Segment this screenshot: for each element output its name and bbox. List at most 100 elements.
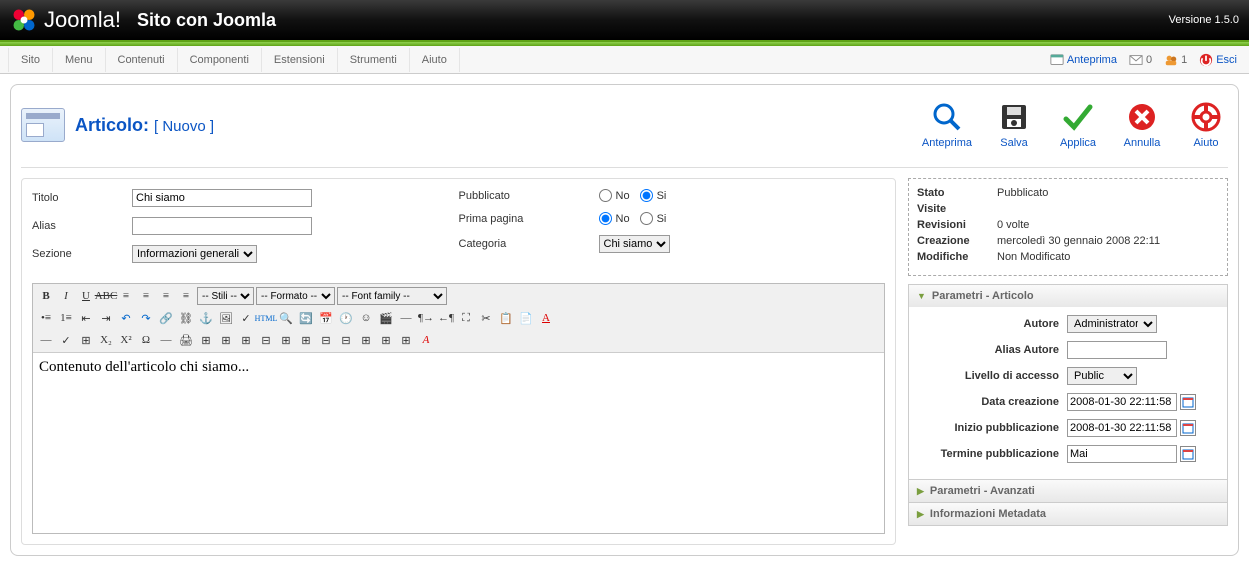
editor-indent-button[interactable]: ⇥ <box>97 309 115 327</box>
editor-unlink-button[interactable]: ⛓ <box>177 309 195 327</box>
editor-html-button[interactable]: HTML <box>257 309 275 327</box>
panel-article-header[interactable]: ▼Parametri - Articolo <box>909 285 1227 307</box>
editor-cleanup-button[interactable]: ✓ <box>237 309 255 327</box>
editor-rtl-button[interactable]: ←¶ <box>437 309 455 327</box>
toolbar-apply-button[interactable]: Applica <box>1056 101 1100 149</box>
editor-align-right-button[interactable]: ≡ <box>157 287 175 305</box>
input-pubstart[interactable] <box>1067 419 1177 437</box>
editor-textcolor-button[interactable]: A <box>537 309 555 327</box>
calendar-icon <box>1182 422 1194 434</box>
menu-componenti[interactable]: Componenti <box>178 48 262 72</box>
editor-image-button[interactable]: 🖼 <box>217 309 235 327</box>
menu-contenuti[interactable]: Contenuti <box>106 48 178 72</box>
editor-copy-button[interactable]: 📋 <box>497 309 515 327</box>
toolbar-cancel-button[interactable]: Annulla <box>1120 101 1164 149</box>
input-author-alias[interactable] <box>1067 341 1167 359</box>
input-title[interactable] <box>132 189 312 207</box>
input-alias[interactable] <box>132 217 312 235</box>
input-created-date[interactable] <box>1067 393 1177 411</box>
editor-time-button[interactable]: 🕐 <box>337 309 355 327</box>
menu-menu[interactable]: Menu <box>53 48 106 72</box>
panel-metadata-header[interactable]: ▶Informazioni Metadata <box>909 503 1227 525</box>
radio-frontpage-no[interactable] <box>599 212 612 225</box>
editor-ol-button[interactable]: 1≡ <box>57 309 75 327</box>
editor-row-after-button[interactable]: ⊞ <box>237 331 255 349</box>
toolbar-help-button[interactable]: Aiuto <box>1184 101 1228 149</box>
editor-cut-button[interactable]: ✂ <box>477 309 495 327</box>
editor-sup-button[interactable]: X² <box>117 331 135 349</box>
editor-merge-button[interactable]: ⊞ <box>357 331 375 349</box>
editor-italic-button[interactable]: I <box>57 287 75 305</box>
editor-style-select[interactable]: -- Stili -- <box>197 287 254 305</box>
editor-hr-button[interactable]: — <box>397 309 415 327</box>
editor-redo-button[interactable]: ↷ <box>137 309 155 327</box>
messages-indicator[interactable]: 0 <box>1129 53 1152 67</box>
radio-frontpage-si-label: Si <box>657 213 667 225</box>
editor-undo-button[interactable]: ↶ <box>117 309 135 327</box>
menu-sito[interactable]: Sito <box>8 48 53 72</box>
calendar-pubstart-button[interactable] <box>1180 420 1196 436</box>
floppy-icon <box>998 101 1030 133</box>
editor-visualaid-button[interactable]: ⊞ <box>77 331 95 349</box>
editor-emoticon-button[interactable]: ☺ <box>357 309 375 327</box>
radio-frontpage: No Si <box>599 212 673 225</box>
editor-align-center-button[interactable]: ≡ <box>137 287 155 305</box>
editor-find-button[interactable]: 🔍 <box>277 309 295 327</box>
editor-print-button[interactable]: 🖨 <box>177 331 195 349</box>
editor-paste-button[interactable]: 📄 <box>517 309 535 327</box>
editor-media-button[interactable]: 🎬 <box>377 309 395 327</box>
editor-date-button[interactable]: 📅 <box>317 309 335 327</box>
editor-delete-row-button[interactable]: ⊟ <box>257 331 275 349</box>
preview-link[interactable]: Anteprima <box>1050 53 1117 67</box>
panel-advanced-header[interactable]: ▶Parametri - Avanzati <box>909 480 1227 502</box>
select-section[interactable]: Informazioni generali <box>132 245 257 263</box>
editor-split-button[interactable]: ⊟ <box>337 331 355 349</box>
editor-ltr-button[interactable]: ¶→ <box>417 309 435 327</box>
editor-outdent-button[interactable]: ⇤ <box>77 309 95 327</box>
editor-removefmt-button[interactable]: ✓ <box>57 331 75 349</box>
editor-ul-button[interactable]: •≡ <box>37 309 55 327</box>
editor-anchor-button[interactable]: ⚓ <box>197 309 215 327</box>
editor-table-button[interactable]: ⊞ <box>197 331 215 349</box>
editor-content-area[interactable]: Contenuto dell'articolo chi siamo... <box>33 353 884 533</box>
calendar-pubend-button[interactable] <box>1180 446 1196 462</box>
editor-row-before-button[interactable]: ⊞ <box>217 331 235 349</box>
editor-font-select[interactable]: -- Font family -- <box>337 287 447 305</box>
radio-frontpage-si[interactable] <box>640 212 653 225</box>
editor-pagebreak-button[interactable]: — <box>157 331 175 349</box>
editor-strike-button[interactable]: ABC <box>97 287 115 305</box>
users-indicator[interactable]: 1 <box>1164 53 1187 67</box>
editor-align-left-button[interactable]: ≡ <box>117 287 135 305</box>
editor-row-props-button[interactable]: ⊞ <box>377 331 395 349</box>
select-access[interactable]: Public <box>1067 367 1137 385</box>
editor-sub-button[interactable]: X₂ <box>97 331 115 349</box>
select-category[interactable]: Chi siamo <box>599 235 670 253</box>
menu-strumenti[interactable]: Strumenti <box>338 48 410 72</box>
editor-align-justify-button[interactable]: ≡ <box>177 287 195 305</box>
editor-col-after-button[interactable]: ⊞ <box>297 331 315 349</box>
editor-styleprops-button[interactable]: A <box>417 331 435 349</box>
radio-published-si[interactable] <box>640 189 653 202</box>
radio-published-no[interactable] <box>599 189 612 202</box>
menu-estensioni[interactable]: Estensioni <box>262 48 338 72</box>
editor-bold-button[interactable]: B <box>37 287 55 305</box>
editor-underline-button[interactable]: U <box>77 287 95 305</box>
calendar-created-button[interactable] <box>1180 394 1196 410</box>
editor-col-before-button[interactable]: ⊞ <box>277 331 295 349</box>
editor-char-button[interactable]: Ω <box>137 331 155 349</box>
editor-hr2-button[interactable]: — <box>37 331 55 349</box>
editor-replace-button[interactable]: 🔄 <box>297 309 315 327</box>
editor-fullscreen-button[interactable]: ⛶ <box>457 309 475 327</box>
toolbar-save-button[interactable]: Salva <box>992 101 1036 149</box>
editor-format-select[interactable]: -- Formato -- <box>256 287 335 305</box>
logout-link[interactable]: Esci <box>1199 53 1237 67</box>
toolbar-preview-button[interactable]: Anteprima <box>922 101 972 149</box>
editor-cell-props-button[interactable]: ⊞ <box>397 331 415 349</box>
select-author[interactable]: Administrator <box>1067 315 1157 333</box>
info-hits: Visite <box>917 203 1219 215</box>
editor-link-button[interactable]: 🔗 <box>157 309 175 327</box>
editor-delete-col-button[interactable]: ⊟ <box>317 331 335 349</box>
input-pubend[interactable] <box>1067 445 1177 463</box>
brand-text: Joomla! <box>44 7 121 33</box>
menu-aiuto[interactable]: Aiuto <box>410 48 460 72</box>
